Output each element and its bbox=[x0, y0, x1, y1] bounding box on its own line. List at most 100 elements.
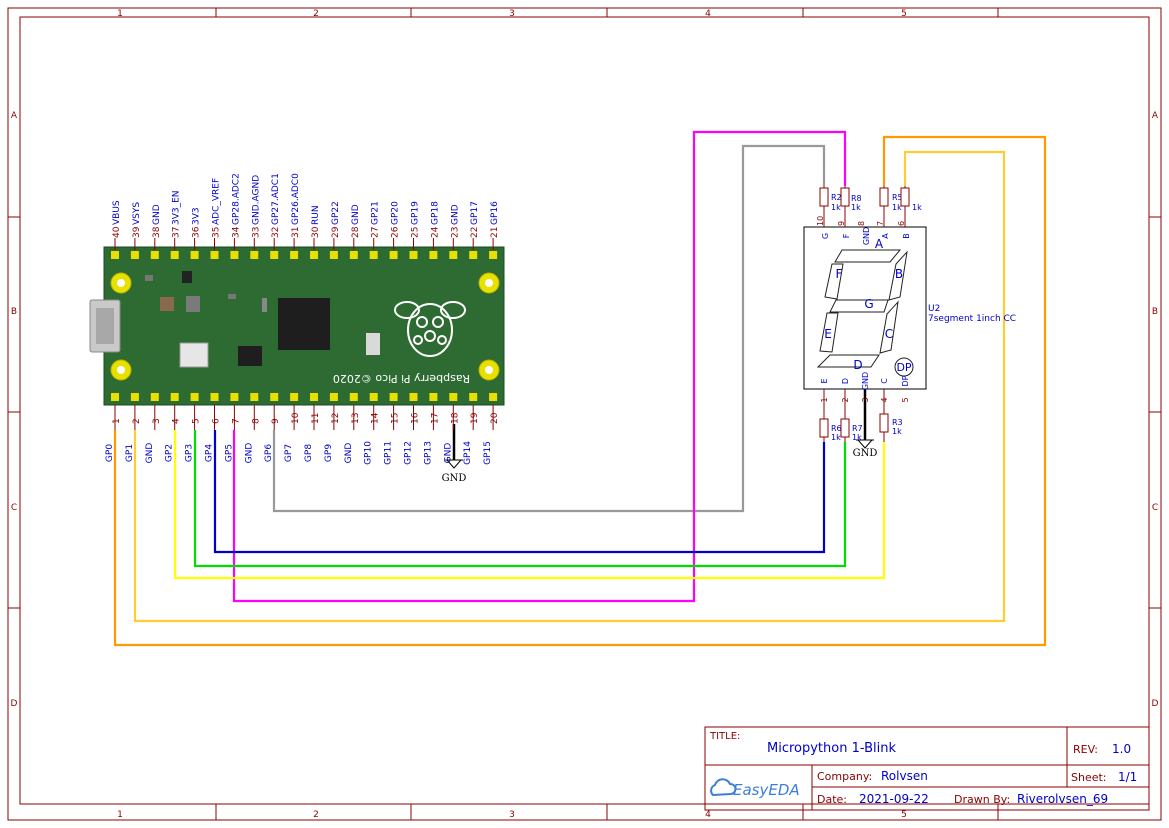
pico-bottom-pin-num: 7 bbox=[231, 418, 241, 424]
pico-pad bbox=[250, 393, 259, 401]
pico-pad bbox=[130, 251, 139, 259]
easyeda-logo-text: EasyEDA bbox=[733, 781, 800, 799]
pico-top-pin-num: 34 bbox=[231, 226, 241, 238]
r6-ref: R6 bbox=[831, 424, 842, 433]
segment-letter: D bbox=[853, 358, 862, 372]
pico-top-pin-num: 35 bbox=[212, 227, 222, 238]
pico-top-pin-num: 29 bbox=[331, 226, 341, 238]
pico-pad bbox=[329, 251, 338, 259]
pico-top-pin-num: 26 bbox=[391, 226, 401, 238]
pico-pad bbox=[210, 251, 219, 259]
pico-bottom-pin-num: 3 bbox=[152, 418, 162, 424]
segment-letter: G bbox=[864, 297, 873, 311]
pico-top-pin-name: GP20 bbox=[391, 201, 401, 225]
pico-bottom-pin-name: GP8 bbox=[304, 444, 314, 462]
pico-top-pin-num: 32 bbox=[271, 227, 281, 238]
pico-top-pin-num: 30 bbox=[311, 226, 321, 238]
display-bottom-pin-num: 3 bbox=[861, 397, 870, 402]
pico-bottom-pin-num: 17 bbox=[430, 413, 440, 424]
pico-bottom-pin-num: 2 bbox=[132, 418, 142, 424]
pico-pad bbox=[449, 393, 458, 401]
pico-pad bbox=[369, 251, 378, 259]
pico-bottom-pins: 1GP02GP13GND4GP25GP36GP47GP58GND9GP610GP… bbox=[105, 405, 500, 465]
pico-pad bbox=[190, 393, 199, 401]
resistor-r4: 1k bbox=[900, 186, 922, 227]
pico-top-pin-name: ADC_VREF bbox=[212, 178, 222, 225]
pico-top-pin-name: GND bbox=[152, 204, 162, 225]
frame-col-label-top: 3 bbox=[509, 9, 515, 19]
display-bottom-pin-name: E bbox=[820, 378, 829, 383]
pico-pad bbox=[469, 251, 478, 259]
pico-bottom-pin-num: 18 bbox=[450, 412, 460, 424]
pico-pad bbox=[349, 393, 358, 401]
display-bottom-pin-num: 5 bbox=[901, 397, 910, 402]
resistor-r6: R6 1k bbox=[819, 389, 842, 442]
r8-val: 1k bbox=[851, 203, 861, 212]
pico-bottom-pin-name: GP13 bbox=[423, 441, 433, 465]
pico-bottom-pin-name: GND bbox=[344, 443, 354, 464]
pico-bottom-pin-num: 20 bbox=[490, 412, 500, 424]
pico-top-pin-name: VSYS bbox=[132, 202, 142, 225]
pico-pad bbox=[210, 393, 219, 401]
rev-value: 1.0 bbox=[1112, 742, 1131, 756]
frame-row-label-right: B bbox=[1152, 307, 1158, 317]
easyeda-logo-icon bbox=[710, 778, 737, 797]
frame-col-label-top: 5 bbox=[901, 9, 907, 19]
pico-top-pin-name: GP26.ADC0 bbox=[291, 173, 301, 225]
pico-bottom-pin-name: GND bbox=[244, 443, 254, 464]
bootsel-button bbox=[179, 342, 209, 368]
resistor-r5: R5 1k bbox=[879, 186, 903, 227]
pico-bottom-pin-name: GP6 bbox=[264, 444, 274, 462]
pico-bottom-pin-num: 9 bbox=[271, 418, 281, 424]
segment-letter: C bbox=[885, 327, 893, 341]
pico-top-pin-num: 21 bbox=[490, 227, 500, 238]
pico-bottom-pin-num: 8 bbox=[251, 418, 261, 424]
pico-top-pin-name: GP18 bbox=[430, 201, 440, 225]
frame-row-label-left: A bbox=[11, 111, 18, 121]
resistor-r7: R7 1k bbox=[840, 389, 863, 442]
display-top-pin-num: 8 bbox=[857, 221, 866, 226]
pico-top-pin-num: 39 bbox=[132, 226, 142, 238]
pico-pad bbox=[150, 251, 159, 259]
company-value: Rolvsen bbox=[881, 769, 928, 783]
pico-pad bbox=[429, 251, 438, 259]
pico-pad bbox=[369, 393, 378, 401]
pico-bottom-pin-name: GP2 bbox=[165, 444, 175, 462]
flash-chip bbox=[238, 346, 262, 366]
pico-pad bbox=[489, 393, 498, 401]
schematic-sheet: 1122334455A AB BC CD D Raspberry Pi Pico… bbox=[7, 7, 1162, 821]
frame-col-label-bottom: 2 bbox=[313, 810, 319, 820]
pico-top-pin-num: 22 bbox=[470, 227, 480, 238]
sheet-frame bbox=[7, 7, 1162, 821]
pico-top-pin-num: 27 bbox=[371, 227, 381, 238]
pico-top-pin-num: 37 bbox=[172, 227, 182, 238]
pico-bottom-pin-num: 6 bbox=[212, 418, 222, 424]
display-part: 7segment 1inch CC bbox=[928, 314, 1016, 324]
raspberry-pi-pico: Raspberry Pi Pico ©2020 40VBUS39VSYS38GN… bbox=[89, 173, 505, 465]
segment-letter: B bbox=[895, 267, 903, 281]
drawn-label: Drawn By: bbox=[954, 793, 1010, 806]
pico-pad bbox=[409, 251, 418, 259]
pico-pad bbox=[250, 251, 259, 259]
pico-pad bbox=[170, 393, 179, 401]
r3-val: 1k bbox=[892, 427, 902, 436]
display-bottom-pin-name: C bbox=[880, 378, 889, 384]
pico-pad bbox=[310, 251, 318, 259]
frame-col-label-bottom: 5 bbox=[901, 810, 907, 820]
pico-bottom-pin-num: 12 bbox=[331, 413, 341, 424]
pico-bottom-pin-num: 5 bbox=[192, 418, 202, 424]
pico-bottom-pin-num: 11 bbox=[311, 413, 321, 424]
pico-bottom-pin-num: 4 bbox=[172, 418, 182, 424]
frame-col-label-top: 1 bbox=[117, 9, 123, 19]
pico-top-pin-name: 3V3 bbox=[192, 207, 202, 225]
pico-bottom-pin-name: GP14 bbox=[463, 441, 473, 465]
pico-bottom-pin-num: 16 bbox=[411, 412, 421, 424]
rp2040-chip bbox=[278, 298, 330, 350]
sheet-value: 1/1 bbox=[1118, 770, 1137, 784]
seven-segment-display: ABCDEFG DP U2 7segment 1inch CC 10G9F8GN… bbox=[803, 216, 1016, 403]
pico-bottom-pin-name: GP4 bbox=[205, 444, 215, 462]
resistor-r3: R3 1k bbox=[879, 389, 903, 442]
title-block: TITLE: Micropython 1-Blink REV: 1.0 Comp… bbox=[704, 726, 1150, 811]
pico-top-pin-name: GND bbox=[351, 204, 361, 225]
frame-col-label-bottom: 1 bbox=[117, 810, 123, 820]
